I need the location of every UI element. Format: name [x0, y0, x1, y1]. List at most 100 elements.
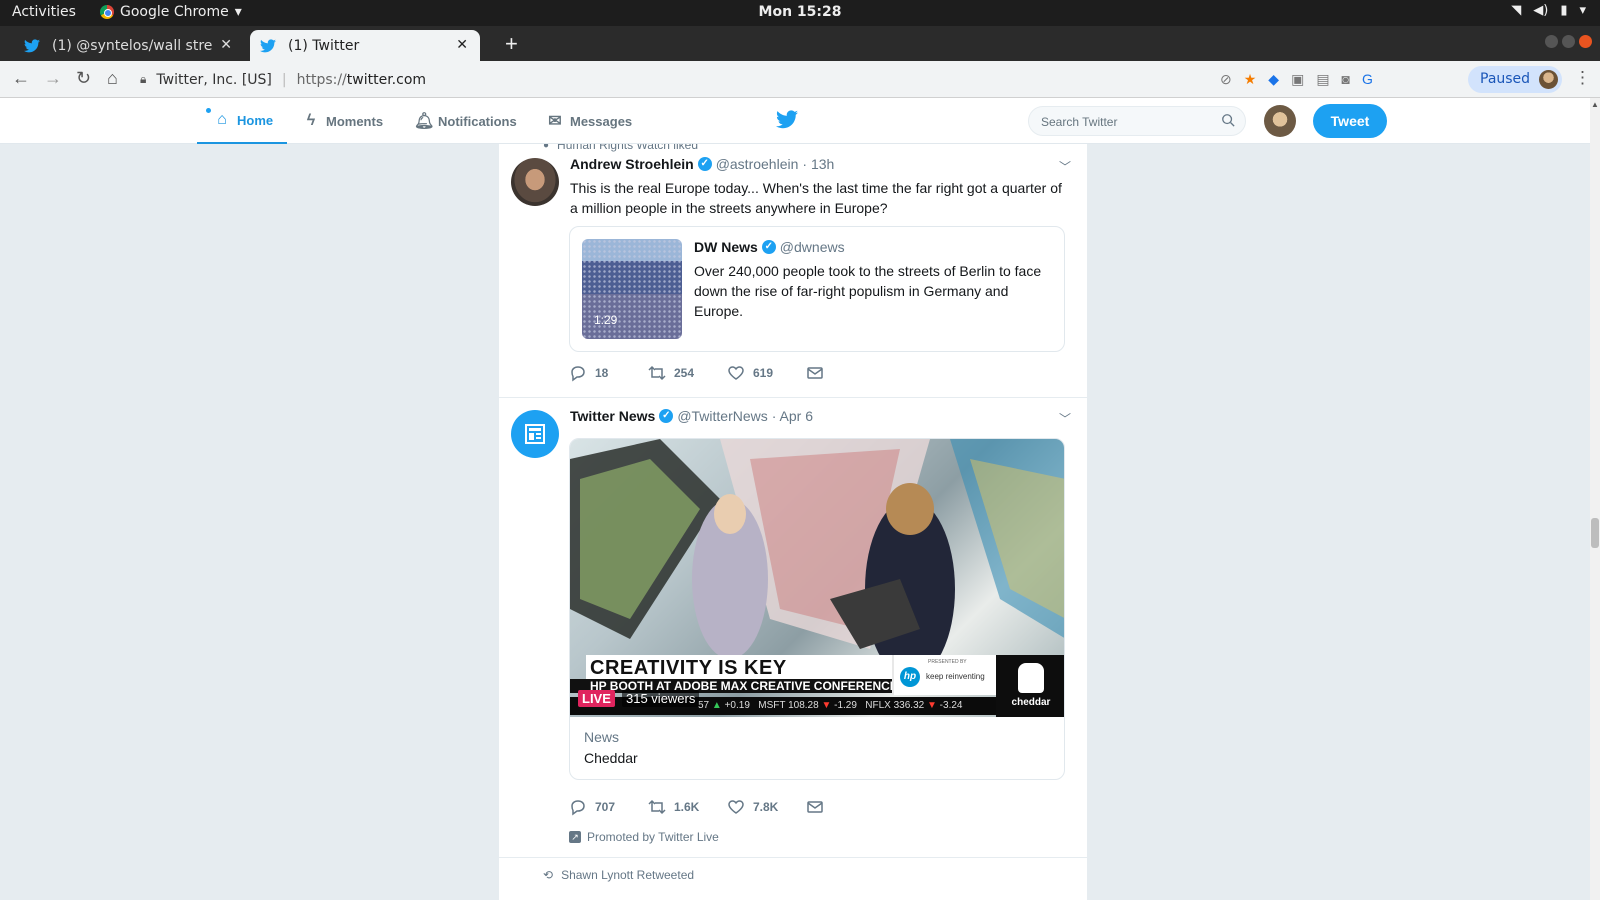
quote-header: DW News ✓ @dwnews — [694, 239, 845, 255]
browser-menu-icon[interactable]: ⋮ — [1574, 68, 1591, 88]
system-tray[interactable]: ◥ ◀) ▮ ▾ — [1511, 3, 1586, 18]
nav-messages-label: Messages — [570, 113, 633, 129]
heart-icon — [728, 366, 744, 380]
back-icon[interactable]: ← — [12, 68, 30, 89]
volume-icon: ◀) — [1533, 3, 1549, 18]
ticker-change: +0.19 — [724, 700, 750, 711]
retweet-icon: ⟲ — [543, 868, 554, 882]
page-scrollbar[interactable]: ▲ — [1590, 98, 1600, 900]
video-card[interactable]: CREATIVITY IS KEY HP BOOTH AT ADOBE MAX … — [569, 438, 1065, 780]
address-bar[interactable]: 🔒︎ Twitter, Inc. [US] | https:// twitter… — [140, 65, 1180, 94]
lightning-icon: ϟ — [306, 112, 316, 129]
quote-text: Over 240,000 people took to the streets … — [694, 263, 1042, 319]
search-icon[interactable] — [1221, 113, 1235, 127]
twitter-bird-icon[interactable] — [776, 110, 798, 130]
profile-status: Paused — [1480, 71, 1531, 87]
scrollbar-thumb[interactable] — [1591, 518, 1599, 548]
separator: | — [281, 71, 287, 88]
author-name[interactable]: Twitter News — [570, 408, 655, 424]
tweet-button[interactable]: Tweet — [1313, 104, 1387, 138]
puzzle-icon[interactable]: ▤ — [1316, 71, 1329, 88]
tweet[interactable]: ⟲ Shawn Lynott Retweeted — [499, 858, 1087, 900]
reply-count: 18 — [595, 366, 609, 380]
tweet-time[interactable]: · 13h — [802, 156, 834, 172]
bookmark-star-icon[interactable]: ★ — [1244, 71, 1257, 88]
clock[interactable]: Mon 15:28 — [0, 4, 1600, 20]
home-icon[interactable]: ⌂ — [107, 68, 118, 89]
verified-icon: ✓ — [697, 157, 712, 171]
extension-icon[interactable]: ◆ — [1268, 71, 1279, 88]
card-title[interactable]: Cheddar — [584, 750, 638, 766]
retweet-icon — [648, 365, 666, 381]
tab-syntelos[interactable]: (1) @syntelos/wall street ✕ — [14, 30, 244, 61]
lock-icon[interactable]: 🔒︎ — [140, 72, 146, 87]
down-arrow-icon: ▼ — [926, 700, 937, 711]
translate-icon[interactable]: G — [1362, 71, 1373, 88]
ticker-item: NFLX 336.32 — [865, 700, 925, 711]
envelope-icon — [807, 367, 823, 379]
video-thumbnail[interactable]: 1:29 — [582, 239, 682, 339]
quoted-tweet[interactable]: 1:29 DW News ✓ @dwnews Over 240,000 peop… — [569, 226, 1065, 352]
nav-home[interactable]: ⌂ Home — [197, 98, 287, 144]
card-category: News — [584, 729, 620, 745]
tab-strip: (1) @syntelos/wall street ✕ (1) Twitter … — [0, 26, 1600, 61]
avatar[interactable] — [511, 158, 559, 206]
nav-messages[interactable]: ✉ Messages — [546, 98, 632, 144]
reply-icon — [571, 800, 585, 816]
minimize-icon[interactable] — [1545, 35, 1558, 48]
video-headline: CREATIVITY IS KEY — [590, 657, 787, 679]
search-input[interactable] — [1041, 115, 1211, 129]
sponsor-label: PRESENTED BY — [928, 659, 967, 665]
author-handle[interactable]: @TwitterNews — [677, 408, 767, 424]
hp-logo-icon: hp — [900, 667, 920, 687]
tweet-actions: 707 1.6K 7.8K — [569, 798, 885, 816]
reload-icon[interactable]: ↻ — [76, 68, 91, 89]
live-video[interactable]: CREATIVITY IS KEY HP BOOTH AT ADOBE MAX … — [570, 439, 1064, 717]
sponsor-box: PRESENTED BY hp keep reinventing — [892, 655, 996, 695]
nav-notifications[interactable]: 🔔︎ Notifications — [414, 98, 517, 144]
like-button[interactable]: 7.8K — [727, 798, 806, 816]
close-tab-icon[interactable]: ✕ — [220, 37, 232, 53]
close-tab-icon[interactable]: ✕ — [456, 37, 468, 53]
profile-avatar[interactable] — [1264, 105, 1296, 137]
like-button[interactable]: 619 — [727, 364, 806, 382]
avatar[interactable] — [511, 410, 559, 458]
down-arrow-icon: ▼ — [821, 700, 832, 711]
retweet-button[interactable]: 1.6K — [648, 798, 727, 816]
maximize-icon[interactable] — [1562, 35, 1575, 48]
scroll-up-icon[interactable]: ▲ — [1591, 100, 1599, 109]
twitter-favicon-icon — [260, 39, 276, 53]
author-handle[interactable]: @astroehlein — [716, 156, 799, 172]
direct-message-button[interactable] — [806, 364, 885, 382]
battery-icon: ▮ — [1560, 3, 1568, 18]
author-name[interactable]: Andrew Stroehlein — [570, 156, 694, 172]
promoted-label: ↗ Promoted by Twitter Live — [569, 830, 719, 844]
verified-icon: ✓ — [761, 240, 776, 254]
blocked-content-icon[interactable]: ⊘ — [1220, 71, 1232, 88]
home-icon: ⌂ — [217, 111, 227, 128]
browser-toolbar: ← → ↻ ⌂ 🔒︎ Twitter, Inc. [US] | https://… — [0, 61, 1600, 98]
camera-icon[interactable]: ◙ — [1342, 71, 1350, 88]
forward-icon[interactable]: → — [44, 68, 62, 89]
twitter-page: ⌂ Home ϟ Moments 🔔︎ Notifications ✉ Mess… — [0, 98, 1590, 900]
up-arrow-icon: ▲ — [711, 700, 722, 711]
tweet-time[interactable]: · Apr 6 — [772, 408, 813, 424]
tweet[interactable]: ● Human Rights Watch liked Andrew Stroeh… — [499, 144, 1087, 398]
chevron-down-icon[interactable]: ﹀ — [1059, 410, 1071, 427]
nav-moments[interactable]: ϟ Moments — [302, 98, 383, 144]
tweet[interactable]: Twitter News ✓ @TwitterNews · Apr 6 ﹀ CR… — [499, 398, 1087, 858]
close-window-icon[interactable] — [1579, 35, 1592, 48]
envelope-icon: ✉ — [548, 113, 562, 130]
chevron-down-icon[interactable]: ﹀ — [1059, 158, 1071, 175]
nav-notifications-label: Notifications — [438, 113, 517, 129]
rss-icon[interactable]: ▣ — [1291, 71, 1304, 88]
video-subhead: HP BOOTH AT ADOBE MAX CREATIVE CONFERENC… — [570, 679, 898, 693]
nav-moments-label: Moments — [326, 113, 384, 129]
new-tab-button[interactable]: + — [505, 31, 518, 57]
reply-button[interactable]: 18 — [569, 364, 648, 382]
tab-twitter[interactable]: (1) Twitter ✕ — [250, 30, 480, 61]
profile-paused-button[interactable]: Paused — [1468, 66, 1563, 93]
reply-button[interactable]: 707 — [569, 798, 648, 816]
direct-message-button[interactable] — [806, 798, 885, 816]
retweet-button[interactable]: 254 — [648, 364, 727, 382]
